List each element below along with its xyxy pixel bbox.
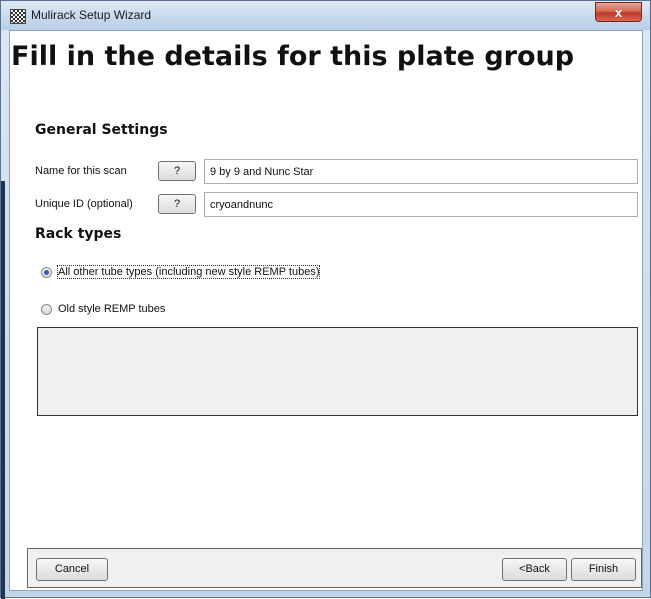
close-icon: x (614, 5, 623, 20)
window-left-edge (1, 181, 5, 599)
radio-unchecked-icon (41, 303, 52, 315)
rack-types-heading: Rack types (35, 226, 122, 242)
close-button[interactable]: x (595, 2, 642, 22)
cancel-button[interactable]: Cancel (36, 558, 108, 581)
general-settings-heading: General Settings (35, 122, 168, 138)
rack-details-panel (37, 327, 638, 416)
finish-button[interactable]: Finish (571, 558, 636, 581)
wizard-footer: Cancel <Back Finish (27, 548, 642, 588)
id-field-label: Unique ID (optional) (35, 198, 133, 210)
page-title: Fill in the details for this plate group (11, 41, 575, 72)
radio-old-style-remp[interactable]: Old style REMP tubes (41, 303, 165, 315)
radio-all-other-tube-types[interactable]: All other tube types (including new styl… (41, 265, 321, 279)
wizard-window: Mulirack Setup Wizard x Fill in the deta… (0, 0, 651, 599)
name-field-label: Name for this scan (35, 165, 127, 177)
title-bar[interactable]: Mulirack Setup Wizard x (1, 1, 650, 30)
name-help-button[interactable]: ? (158, 161, 196, 181)
radio-checked-icon (41, 266, 52, 278)
name-input[interactable] (204, 159, 638, 184)
id-input[interactable] (204, 192, 638, 217)
app-icon (10, 9, 26, 24)
window-title: Mulirack Setup Wizard (31, 8, 152, 22)
radio-label: Old style REMP tubes (58, 303, 166, 315)
back-button[interactable]: <Back (502, 558, 567, 581)
id-help-button[interactable]: ? (158, 194, 196, 214)
radio-label: All other tube types (including new styl… (56, 265, 321, 279)
